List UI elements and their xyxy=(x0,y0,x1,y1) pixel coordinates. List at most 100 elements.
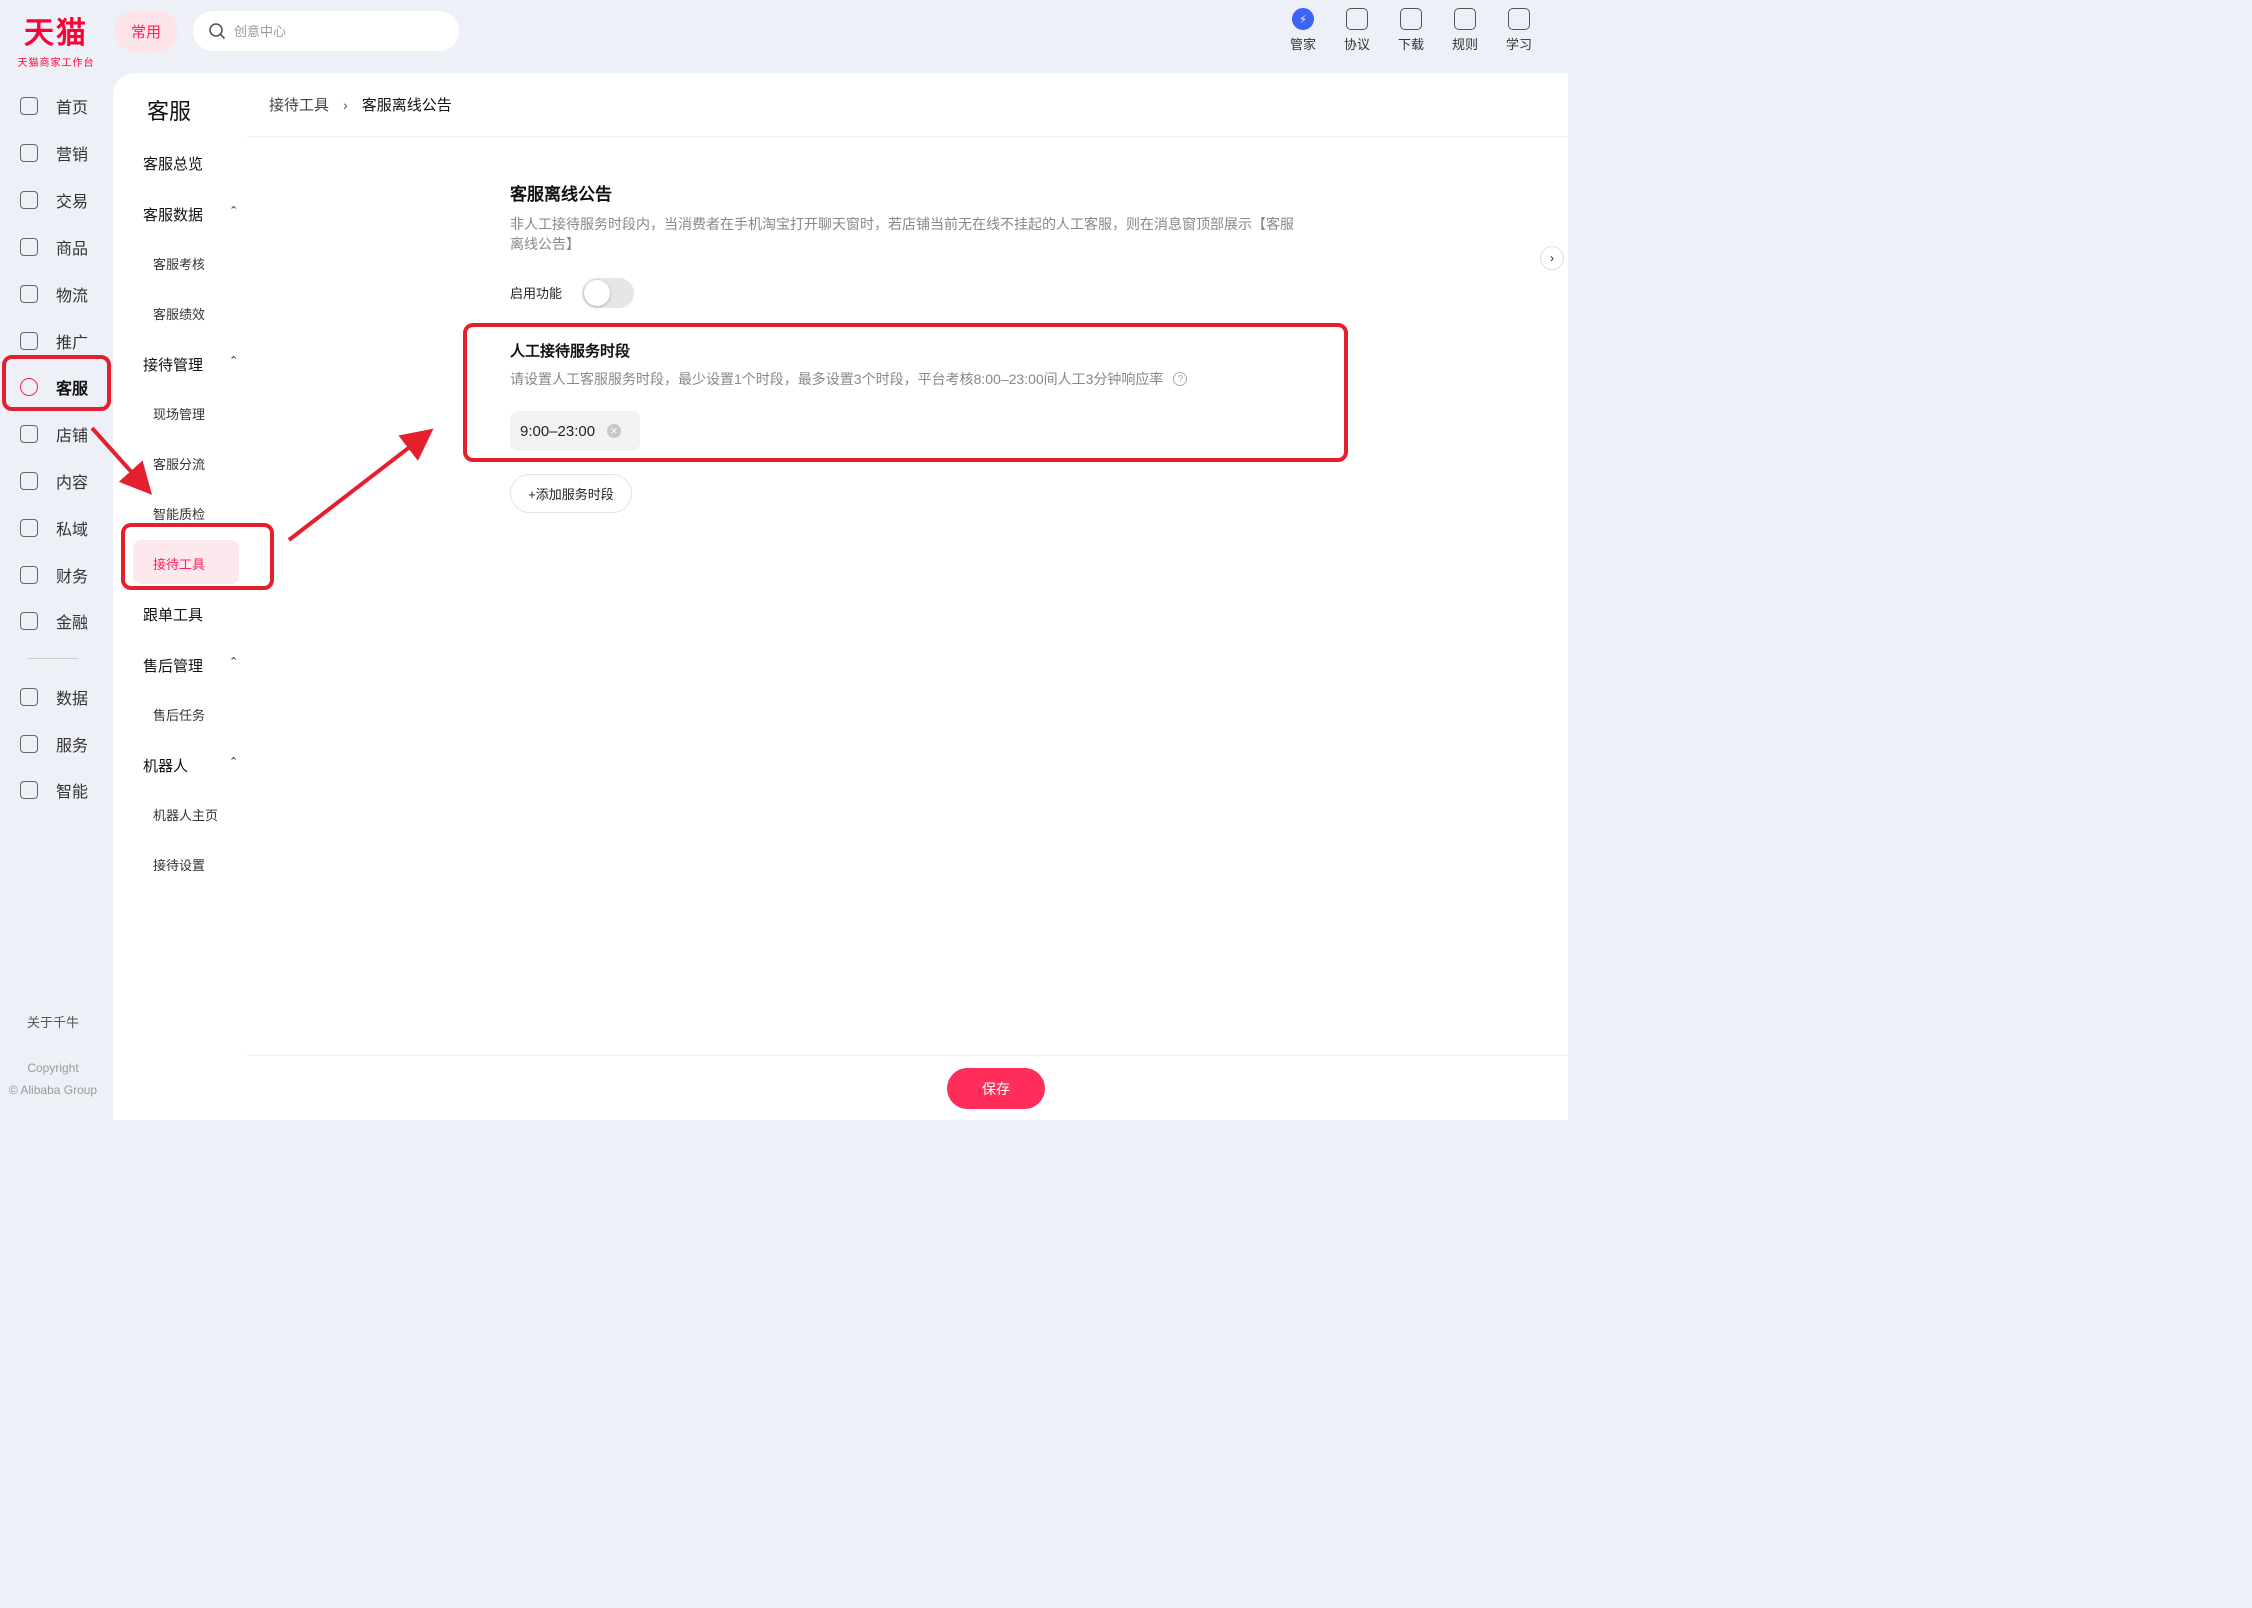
store-icon xyxy=(20,425,38,443)
grid-icon xyxy=(20,735,38,753)
nav-services[interactable]: 服务 xyxy=(0,724,113,764)
nav-divider xyxy=(28,658,78,659)
tool-label: 规则 xyxy=(1451,37,1478,52)
chevron-up-icon: ⌃ xyxy=(229,756,239,768)
tool-rules[interactable]: 规则 xyxy=(1438,8,1492,53)
users-icon xyxy=(20,519,38,537)
annotation-box-hours xyxy=(463,323,1348,462)
tool-label: 协议 xyxy=(1343,37,1370,52)
nav-label: 物流 xyxy=(56,288,89,305)
nav-label: 智能 xyxy=(56,784,89,801)
nav-content[interactable]: 内容 xyxy=(0,461,113,501)
yen-icon xyxy=(20,566,38,584)
nav-label: 私域 xyxy=(56,522,89,539)
nav-finance[interactable]: 财务 xyxy=(0,555,113,595)
subnav-quality[interactable]: 智能质检 xyxy=(153,504,205,523)
document-icon xyxy=(1346,8,1368,30)
nav-label: 金融 xyxy=(56,615,89,632)
add-time-slot-button[interactable]: +添加服务时段 xyxy=(510,474,632,513)
nav-store[interactable]: 店铺 xyxy=(0,414,113,454)
bolt-icon: ⚡ xyxy=(1292,8,1314,30)
subnav-group-aftersale[interactable]: 售后管理 ⌃ xyxy=(143,655,238,676)
copyright: Copyright © Alibaba Group xyxy=(0,1057,106,1101)
diamond-icon xyxy=(20,612,38,630)
search-input[interactable] xyxy=(234,23,434,39)
subnav-routing[interactable]: 客服分流 xyxy=(153,454,205,473)
hash-icon xyxy=(20,472,38,490)
nav-label: 推广 xyxy=(56,335,89,352)
subnav-live[interactable]: 现场管理 xyxy=(153,404,205,423)
tool-download[interactable]: 下载 xyxy=(1384,8,1438,53)
subnav-performance[interactable]: 客服绩效 xyxy=(153,304,205,323)
group-label: 客服数据 xyxy=(143,207,204,224)
nav-label: 首页 xyxy=(56,100,89,117)
toggle-knob xyxy=(584,280,610,306)
page-description: 非人工接待服务时段内，当消费者在手机淘宝打开聊天窗时，若店铺当前无在线不挂起的人… xyxy=(510,216,1294,252)
page-title: 客服离线公告 xyxy=(510,185,612,204)
breadcrumb: 接待工具 › 客服离线公告 xyxy=(269,94,452,115)
search-icon xyxy=(209,22,226,39)
chevron-right-icon: › xyxy=(343,96,348,113)
about-link[interactable]: 关于千牛 xyxy=(0,1012,106,1031)
nav-home[interactable]: 首页 xyxy=(0,86,113,126)
devices-icon xyxy=(1400,8,1422,30)
megaphone-icon xyxy=(20,144,38,162)
tool-label: 学习 xyxy=(1505,37,1532,52)
truck-icon xyxy=(20,285,38,303)
copyright-line: Copyright xyxy=(27,1061,79,1075)
tmall-logo[interactable]: 天猫 天猫商家工作台 xyxy=(8,14,104,69)
logo-subtitle: 天猫商家工作台 xyxy=(17,58,95,69)
subnav-group-robot[interactable]: 机器人 ⌃ xyxy=(143,755,238,776)
tool-butler[interactable]: ⚡ 管家 xyxy=(1276,8,1330,53)
bag-icon xyxy=(20,238,38,256)
subnav-reception-settings[interactable]: 接待设置 xyxy=(153,855,205,874)
subnav-group-reception[interactable]: 接待管理 ⌃ xyxy=(143,354,238,375)
subnav-robot-home[interactable]: 机器人主页 xyxy=(153,805,218,824)
nav-label: 服务 xyxy=(56,738,89,755)
subnav-assessment[interactable]: 客服考核 xyxy=(153,254,205,273)
subnav-title: 客服 xyxy=(147,99,192,124)
subnav-follow-tools[interactable]: 跟单工具 xyxy=(143,604,203,625)
toggle-label: 启用功能 xyxy=(510,286,563,301)
nav-private-domain[interactable]: 私域 xyxy=(0,508,113,548)
nav-label: 内容 xyxy=(56,475,89,492)
footer-divider xyxy=(247,1055,1568,1056)
chevron-right-icon[interactable]: › xyxy=(1540,246,1564,270)
annotation-box-subnav xyxy=(121,523,274,590)
group-label: 机器人 xyxy=(143,758,189,775)
nav-goods[interactable]: 商品 xyxy=(0,227,113,267)
subnav-group-data[interactable]: 客服数据 ⌃ xyxy=(143,204,238,225)
breadcrumb-parent[interactable]: 接待工具 xyxy=(269,94,329,115)
group-label: 接待管理 xyxy=(143,357,204,374)
tool-agreement[interactable]: 协议 xyxy=(1330,8,1384,53)
group-label: 售后管理 xyxy=(143,658,204,675)
nav-banking[interactable]: 金融 xyxy=(0,601,113,641)
nav-intelligence[interactable]: 智能 xyxy=(0,770,113,810)
nav-logistics[interactable]: 物流 xyxy=(0,274,113,314)
top-toolbar: ⚡ 管家 协议 下载 规则 学习 xyxy=(1276,8,1546,53)
chevron-up-icon: ⌃ xyxy=(229,656,239,668)
chart-icon xyxy=(20,688,38,706)
save-button[interactable]: 保存 xyxy=(947,1068,1045,1109)
common-button[interactable]: 常用 xyxy=(114,11,178,51)
annotation-box-nav xyxy=(2,355,111,411)
tool-learn[interactable]: 学习 xyxy=(1492,8,1546,53)
nav-trade[interactable]: 交易 xyxy=(0,180,113,220)
breadcrumb-current: 客服离线公告 xyxy=(361,97,452,114)
lightning-icon xyxy=(20,781,38,799)
logo-text: 天猫 xyxy=(24,16,88,51)
bulb-icon xyxy=(20,332,38,350)
book-icon xyxy=(1454,8,1476,30)
enable-toggle[interactable] xyxy=(582,278,634,308)
nav-label: 交易 xyxy=(56,194,89,211)
chevron-up-icon: ⌃ xyxy=(229,205,239,217)
receipt-icon xyxy=(20,191,38,209)
subnav-overview[interactable]: 客服总览 xyxy=(143,153,203,174)
tool-label: 下载 xyxy=(1397,37,1424,52)
nav-label: 营销 xyxy=(56,147,89,164)
subnav-aftersale-task[interactable]: 售后任务 xyxy=(153,705,205,724)
nav-data[interactable]: 数据 xyxy=(0,677,113,717)
search-box[interactable] xyxy=(193,11,459,51)
nav-marketing[interactable]: 营销 xyxy=(0,133,113,173)
copyright-line: © Alibaba Group xyxy=(8,1083,98,1097)
